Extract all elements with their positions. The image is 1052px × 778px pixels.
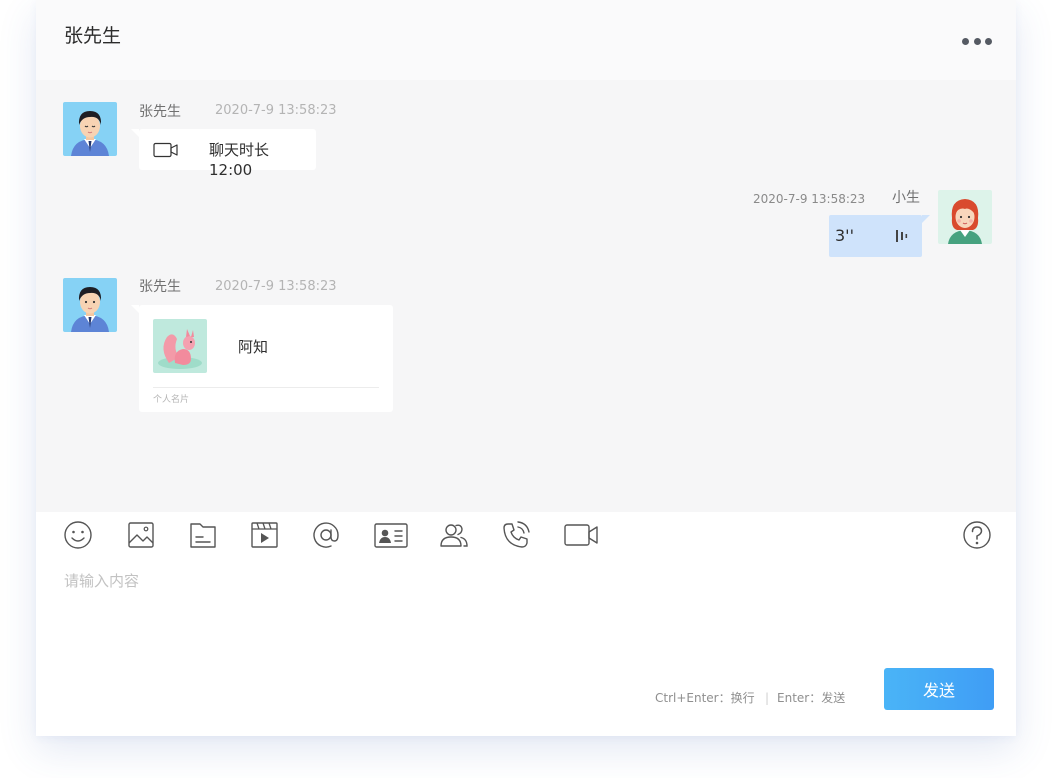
chat-header: 张先生 [36, 0, 1016, 80]
male-avatar-icon [63, 278, 117, 332]
chat-title: 张先生 [64, 25, 122, 47]
file-icon[interactable] [186, 518, 220, 552]
sender-name: 小生 [892, 190, 920, 206]
emoji-icon[interactable] [61, 518, 95, 552]
image-icon[interactable] [124, 518, 158, 552]
female-avatar-icon [938, 190, 992, 244]
newline-hint: Ctrl+Enter：换行 [655, 691, 755, 705]
voice-message-bubble[interactable]: 3'' [829, 215, 930, 257]
video-file-icon[interactable] [247, 518, 281, 552]
call-duration-text: 聊天时长 12:00 [209, 141, 270, 179]
avatar-male[interactable] [63, 102, 117, 156]
message-time: 2020-7-9 13:58:23 [215, 103, 337, 118]
video-call-icon[interactable] [563, 518, 601, 552]
avatar-female[interactable] [938, 190, 992, 244]
voice-wave-icon [896, 230, 908, 242]
message-time: 2020-7-9 13:58:23 [753, 192, 866, 206]
contact-card-bubble[interactable]: 阿知 个人名片 [131, 305, 393, 412]
more-dot [985, 37, 992, 45]
send-button[interactable]: 发送 [884, 668, 994, 710]
mention-icon[interactable] [309, 518, 343, 552]
chat-window: 张先生 张先生 2020-7-9 13:58:23 聊天时长 12:00 202… [36, 0, 1016, 736]
sender-name: 张先生 [139, 279, 181, 295]
card-avatar [153, 319, 207, 373]
phone-call-icon[interactable] [499, 518, 533, 552]
message-time: 2020-7-9 13:58:23 [215, 279, 337, 294]
male-avatar-icon [63, 102, 117, 156]
help-icon[interactable] [960, 518, 994, 552]
card-divider [153, 387, 379, 388]
video-call-bubble[interactable]: 聊天时长 12:00 [131, 129, 316, 179]
card-name: 阿知 [238, 338, 269, 356]
squirrel-icon [153, 319, 207, 373]
more-dot [973, 37, 981, 45]
contact-card-icon[interactable] [372, 518, 410, 552]
group-icon[interactable] [437, 518, 471, 552]
sender-name: 张先生 [139, 104, 181, 120]
video-camera-icon [153, 142, 178, 158]
more-horizontal-icon[interactable] [962, 36, 992, 46]
avatar-male[interactable] [63, 278, 117, 332]
card-label: 个人名片 [153, 395, 190, 405]
send-hint: Enter：发送 [777, 691, 846, 705]
message-list[interactable]: 张先生 2020-7-9 13:58:23 聊天时长 12:00 2020-7-… [36, 80, 1016, 512]
more-dot [962, 37, 969, 45]
composer-toolbar [36, 512, 1016, 560]
voice-duration: 3'' [835, 226, 854, 245]
hint-separator: | [765, 691, 770, 705]
message-input[interactable] [64, 570, 864, 660]
